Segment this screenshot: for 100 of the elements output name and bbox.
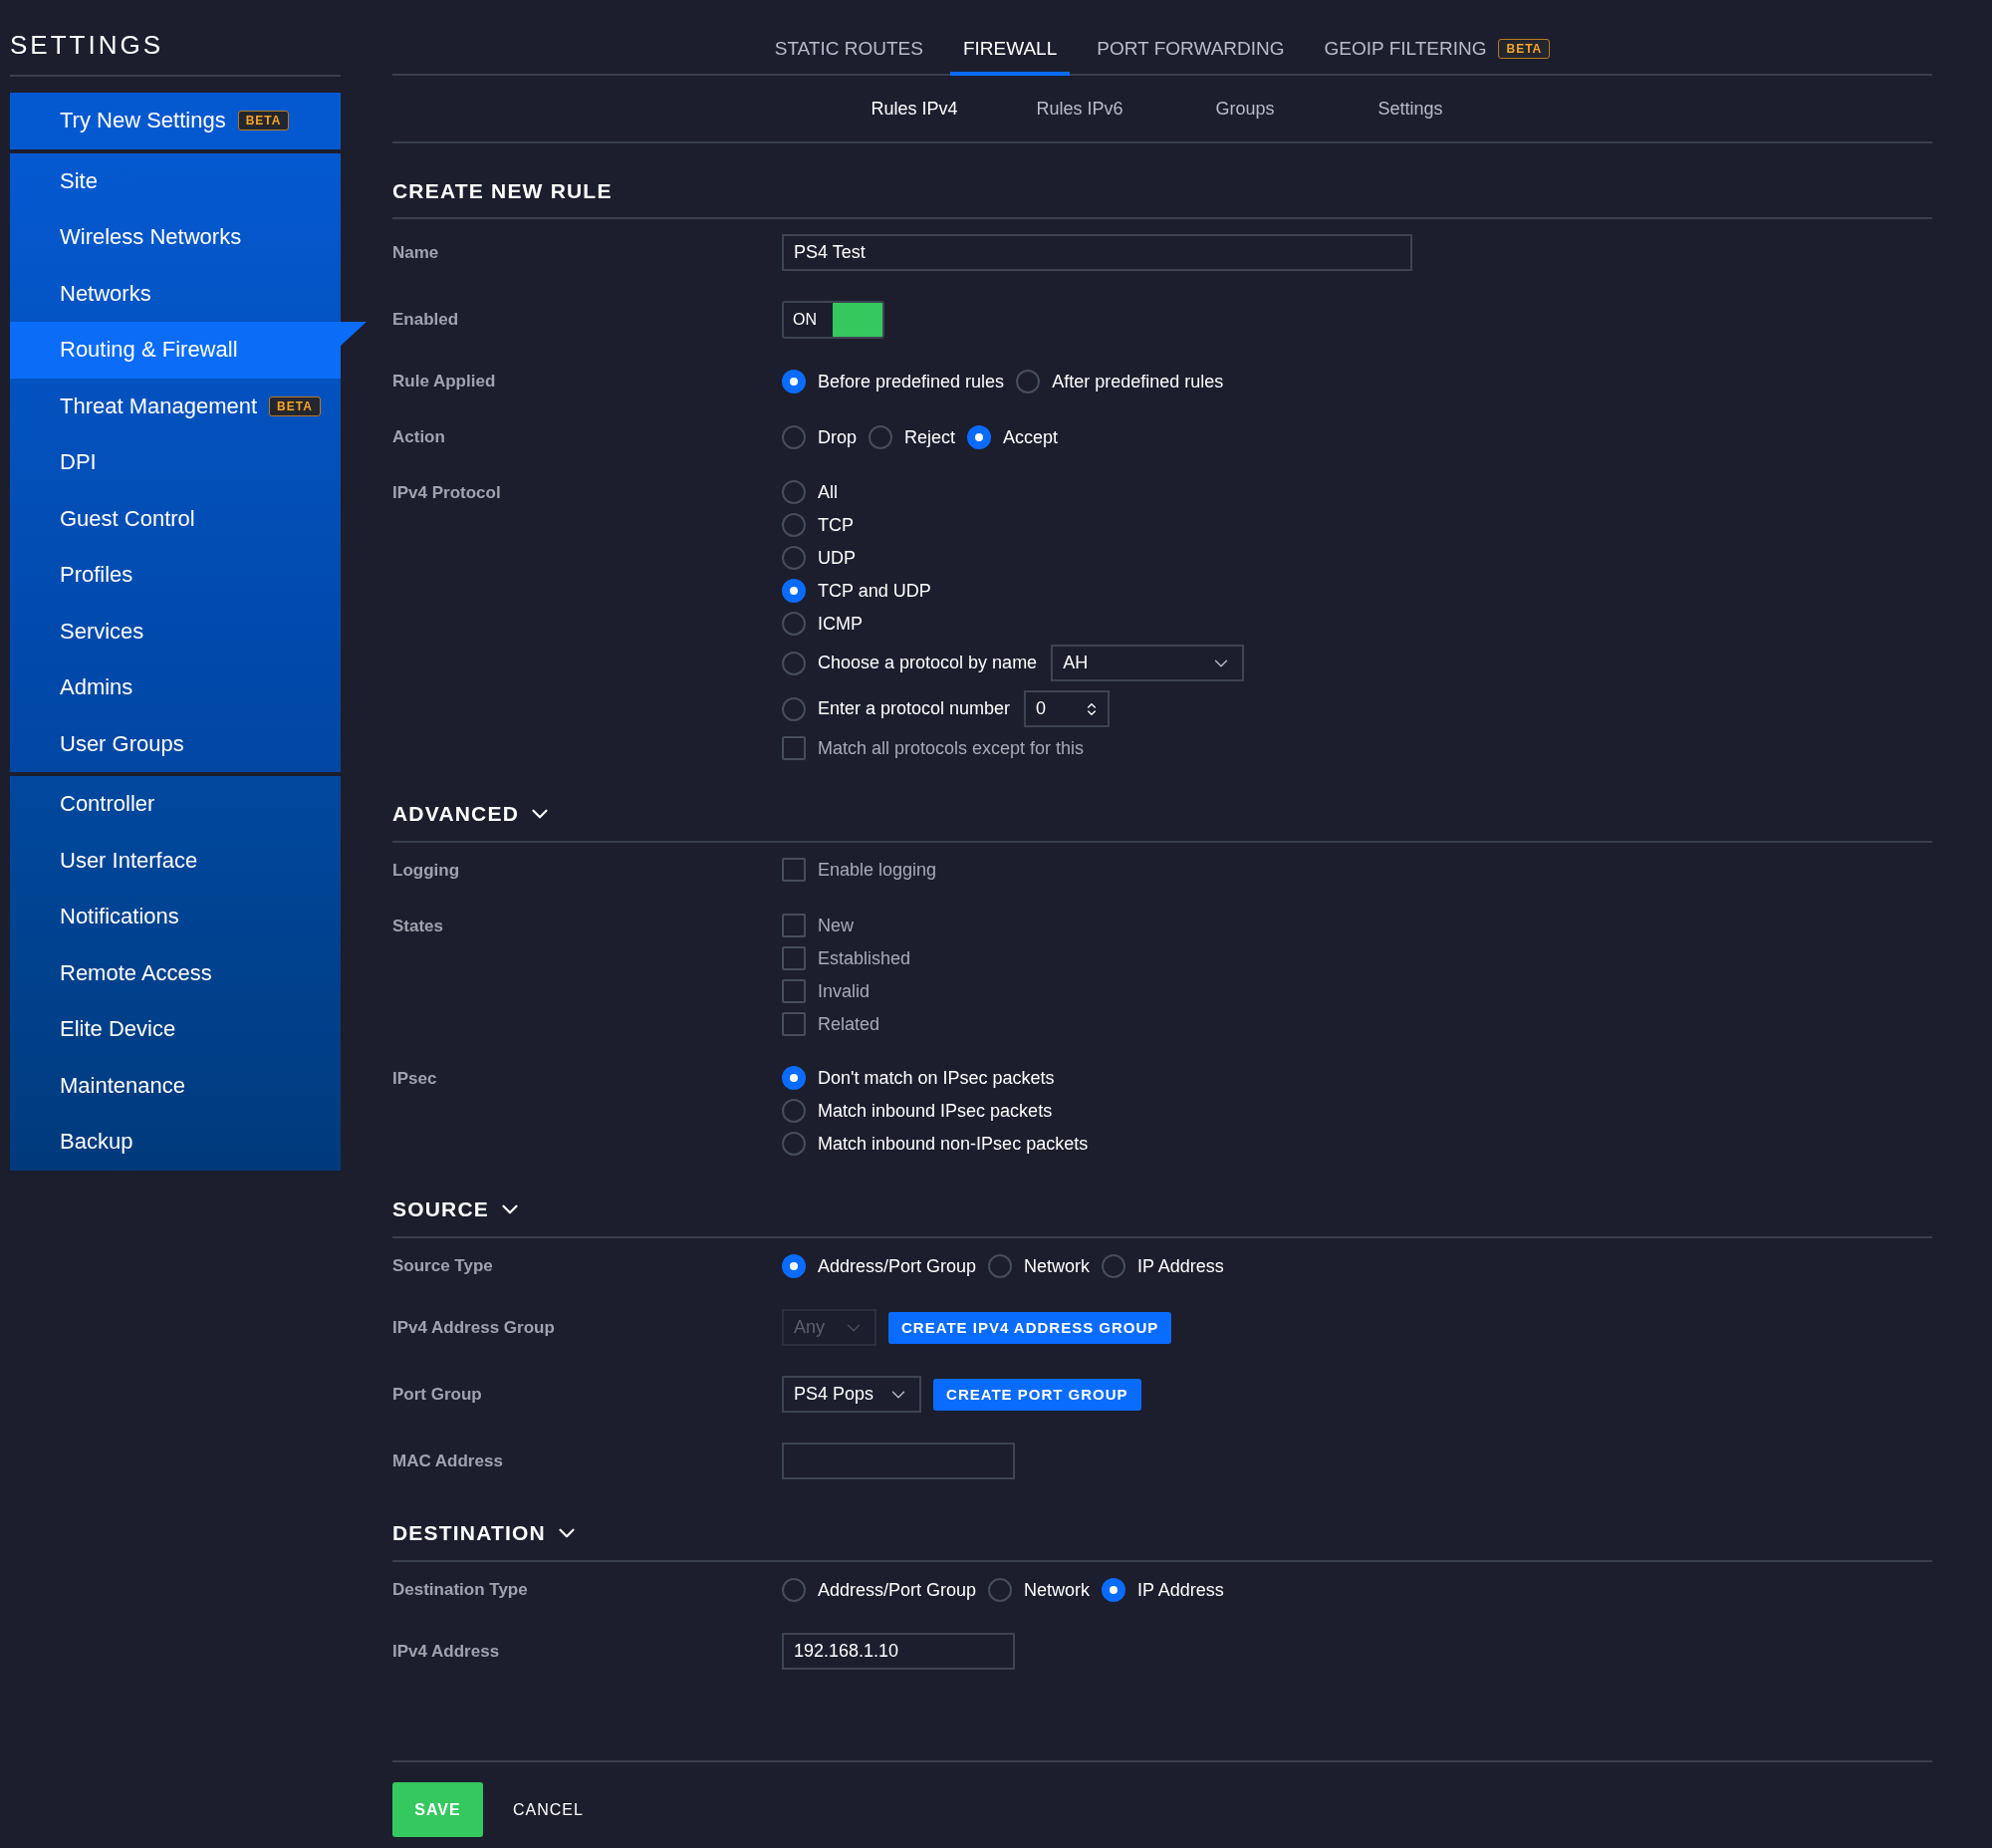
- radio-button[interactable]: [782, 1066, 806, 1090]
- radio-option[interactable]: Address/Port Group: [782, 1254, 977, 1278]
- radio-button[interactable]: [782, 370, 806, 394]
- option-label: Accept: [1003, 426, 1059, 448]
- sidebar-item[interactable]: Backup: [10, 1114, 341, 1171]
- sub-tab[interactable]: Rules IPv4: [832, 99, 997, 120]
- checkbox-option[interactable]: Established: [782, 946, 911, 970]
- toggle-switch[interactable]: ON: [782, 301, 884, 339]
- field-label: Port Group: [392, 1383, 482, 1406]
- radio-option[interactable]: Network: [988, 1254, 1091, 1278]
- sidebar-item[interactable]: Wireless Networks: [10, 209, 341, 266]
- radio-button[interactable]: [782, 579, 806, 603]
- nav-tab[interactable]: STATIC ROUTES: [761, 38, 936, 76]
- create-group-button[interactable]: CREATE PORT GROUP: [933, 1378, 1141, 1411]
- radio-option[interactable]: Match inbound non-IPsec packets: [782, 1132, 1089, 1156]
- sidebar-item[interactable]: Threat Management BETA: [10, 378, 341, 434]
- sub-tab[interactable]: Settings: [1328, 99, 1493, 120]
- checkbox[interactable]: [782, 736, 806, 760]
- radio-button[interactable]: [782, 612, 806, 636]
- nav-tab[interactable]: PORT FORWARDING: [1084, 38, 1298, 76]
- radio-button[interactable]: [1102, 1578, 1126, 1602]
- radio-option[interactable]: UDP: [782, 546, 856, 570]
- radio-button[interactable]: [782, 651, 806, 675]
- checkbox-option[interactable]: Match all protocols except for this: [782, 736, 1085, 760]
- radio-button[interactable]: [988, 1254, 1013, 1278]
- sidebar-item[interactable]: Networks: [10, 265, 341, 322]
- radio-option[interactable]: Choose a protocol by name: [782, 651, 1038, 675]
- sidebar-item[interactable]: Remote Access: [10, 944, 341, 1001]
- option-label: TCP and UDP: [818, 580, 931, 602]
- nav-tab[interactable]: GEOIP FILTERING BETA: [1311, 38, 1564, 76]
- radio-option[interactable]: Match inbound IPsec packets: [782, 1099, 1053, 1123]
- radio-option[interactable]: ICMP: [782, 612, 863, 636]
- sidebar-item[interactable]: Admins: [10, 660, 341, 716]
- text-field[interactable]: [782, 1443, 1015, 1479]
- sidebar-item[interactable]: Controller: [10, 776, 341, 833]
- radio-button[interactable]: [782, 425, 806, 449]
- radio-option[interactable]: After predefined rules: [1016, 370, 1224, 394]
- sidebar-item[interactable]: Guest Control: [10, 490, 341, 547]
- sidebar-item[interactable]: Notifications: [10, 889, 341, 945]
- checkbox[interactable]: [782, 979, 806, 1003]
- radio-option[interactable]: Drop: [782, 425, 857, 449]
- checkbox[interactable]: [782, 1012, 806, 1036]
- radio-option[interactable]: Reject: [869, 425, 956, 449]
- sidebar-item[interactable]: Maintenance: [10, 1057, 341, 1114]
- radio-option[interactable]: IP Address: [1102, 1254, 1224, 1278]
- checkbox-option[interactable]: Related: [782, 1012, 880, 1036]
- radio-button[interactable]: [782, 1099, 806, 1123]
- radio-button[interactable]: [988, 1578, 1013, 1602]
- sub-tab[interactable]: Rules IPv6: [997, 99, 1162, 120]
- radio-option[interactable]: Before predefined rules: [782, 370, 1005, 394]
- sidebar-item[interactable]: Try New Settings BETA: [10, 93, 341, 149]
- checkbox-option[interactable]: Enable logging: [782, 858, 937, 882]
- radio-option[interactable]: IP Address: [1102, 1578, 1224, 1602]
- radio-option[interactable]: Don't match on IPsec packets: [782, 1066, 1055, 1090]
- beta-badge: BETA: [237, 111, 290, 132]
- sidebar-item[interactable]: Profiles: [10, 547, 341, 604]
- radio-button[interactable]: [869, 425, 892, 449]
- number-field[interactable]: 0: [1024, 690, 1111, 727]
- radio-option[interactable]: All: [782, 480, 838, 504]
- checkbox-option[interactable]: Invalid: [782, 979, 871, 1003]
- sidebar-item[interactable]: Site: [10, 152, 341, 209]
- option-label: Address/Port Group: [818, 1255, 977, 1277]
- section-title[interactable]: SOURCE: [392, 1197, 490, 1221]
- radio-option[interactable]: Accept: [967, 425, 1059, 449]
- checkbox[interactable]: [782, 946, 806, 970]
- selection-pointer: [341, 322, 367, 346]
- radio-option[interactable]: Enter a protocol number: [782, 696, 1011, 721]
- checkbox[interactable]: [782, 858, 806, 882]
- radio-button[interactable]: [782, 1254, 806, 1278]
- radio-button[interactable]: [782, 1578, 806, 1602]
- sidebar-item[interactable]: Elite Device: [10, 1001, 341, 1058]
- sub-tab[interactable]: Groups: [1162, 99, 1328, 120]
- sidebar-item[interactable]: DPI: [10, 434, 341, 491]
- sidebar-item[interactable]: Services: [10, 603, 341, 660]
- radio-button[interactable]: [1102, 1254, 1126, 1278]
- radio-button[interactable]: [782, 1132, 806, 1156]
- radio-option[interactable]: Address/Port Group: [782, 1578, 977, 1602]
- sidebar-item[interactable]: User Groups: [10, 715, 341, 772]
- text-field[interactable]: PS4 Test: [782, 234, 1412, 271]
- radio-button[interactable]: [967, 425, 992, 449]
- radio-button[interactable]: [1016, 370, 1041, 394]
- radio-option[interactable]: TCP and UDP: [782, 579, 931, 603]
- field-label: Action: [392, 426, 445, 448]
- checkbox[interactable]: [782, 914, 806, 937]
- radio-button[interactable]: [782, 546, 806, 570]
- section-title[interactable]: ADVANCED: [392, 802, 520, 826]
- dropdown-select[interactable]: PS4 Pops: [782, 1376, 922, 1413]
- section-title[interactable]: DESTINATION: [392, 1521, 546, 1545]
- sidebar-item[interactable]: User Interface: [10, 832, 341, 889]
- radio-option[interactable]: Network: [988, 1578, 1091, 1602]
- nav-tab[interactable]: FIREWALL: [949, 38, 1071, 76]
- checkbox-option[interactable]: New: [782, 914, 854, 937]
- radio-button[interactable]: [782, 480, 806, 504]
- cancel-button[interactable]: CANCEL: [499, 1792, 598, 1827]
- option-label: Enable logging: [818, 859, 937, 881]
- radio-button[interactable]: [782, 696, 806, 721]
- text-field[interactable]: 192.168.1.10: [782, 1633, 1015, 1670]
- protocol-select[interactable]: AH: [1051, 645, 1245, 681]
- radio-option[interactable]: TCP: [782, 513, 854, 537]
- radio-button[interactable]: [782, 513, 806, 537]
